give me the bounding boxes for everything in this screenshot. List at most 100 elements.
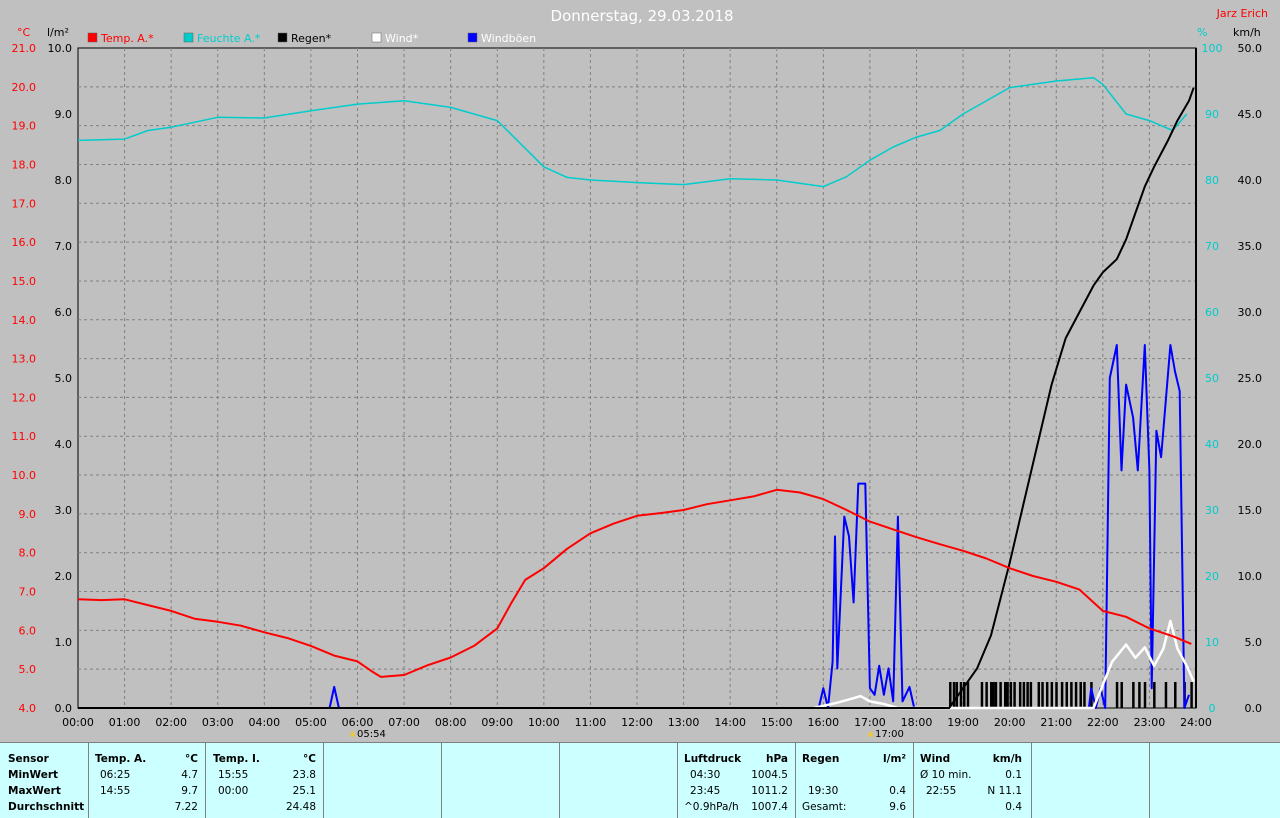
temp-a-avg-value: 7.22 — [174, 801, 198, 813]
temp-tick-label: 6.0 — [19, 624, 37, 637]
wind-tick-label: 5.0 — [1245, 636, 1263, 649]
rain-bar — [1143, 682, 1147, 708]
wind-min-value: 0.1 — [1005, 769, 1022, 781]
rain-unit: l/m² — [883, 753, 906, 765]
legend-label: Windböen — [481, 32, 536, 45]
row-label-min: MinWert — [8, 769, 59, 781]
rain-header: Regen — [802, 753, 840, 765]
rain-bar — [1138, 682, 1141, 708]
rain-bar — [1174, 682, 1177, 708]
rain-bar — [985, 682, 988, 708]
rain-bar — [1006, 682, 1009, 708]
rain-tick-label: 9.0 — [55, 108, 73, 121]
rain-bar — [1115, 682, 1119, 708]
temp-tick-label: 18.0 — [12, 158, 37, 171]
x-tick-label: 00:00 — [62, 716, 94, 729]
rain-bar — [1037, 682, 1041, 708]
rain-max-time: 19:30 — [808, 785, 839, 797]
wind-tick-label: 15.0 — [1238, 504, 1263, 517]
temp-tick-label: 21.0 — [12, 42, 37, 55]
humidity-tick-label: 50 — [1205, 372, 1219, 385]
temp-i-min-value: 23.8 — [292, 769, 316, 781]
rain-bar — [1009, 682, 1013, 708]
divider — [677, 743, 678, 818]
rain-bar — [1050, 682, 1054, 708]
sun-icon: ☀ — [348, 730, 357, 741]
stats-table: Sensor MinWert MaxWert Durchschnitt Temp… — [0, 742, 1280, 818]
rain-tick-label: 7.0 — [55, 240, 73, 253]
temp-i-min-time: 15:55 — [218, 769, 249, 781]
rain-total-value: 9.6 — [889, 801, 906, 813]
x-tick-label: 15:00 — [761, 716, 793, 729]
temp-series-line — [77, 488, 1192, 678]
x-tick-label: 24:00 — [1180, 716, 1212, 729]
pressure-avg-value: 1007.4 — [751, 801, 788, 813]
divider — [323, 743, 324, 818]
author-label: Jarz Erich — [1216, 7, 1268, 20]
rain-tick-label: 0.0 — [55, 702, 73, 715]
x-tick-label: 12:00 — [621, 716, 653, 729]
rain-bar — [1190, 682, 1193, 708]
wind-tick-label: 40.0 — [1238, 174, 1263, 187]
rain-bar — [959, 682, 963, 708]
rain-bars — [949, 682, 1193, 708]
rain-tick-label: 5.0 — [55, 372, 73, 385]
grid — [77, 47, 1197, 709]
temp-axis-unit: °C — [17, 26, 31, 39]
humidity-tick-label: 20 — [1205, 570, 1219, 583]
legend-swatch — [87, 32, 98, 43]
pressure-trend: ^0.9hPa/h — [684, 801, 739, 813]
rain-bar — [1022, 682, 1026, 708]
rain-bar — [1074, 682, 1078, 708]
rain-bar — [1041, 682, 1044, 708]
temp-a-max-time: 14:55 — [100, 785, 131, 797]
x-tick-label: 05:00 — [295, 716, 327, 729]
x-tick-label: 13:00 — [668, 716, 700, 729]
wind-unit: km/h — [992, 753, 1022, 765]
pressure-min-value: 1004.5 — [751, 769, 788, 781]
row-label-max: MaxWert — [8, 785, 61, 797]
rain-bar — [1083, 682, 1086, 708]
wind-axis-unit: km/h — [1233, 26, 1261, 39]
weather-chart: Donnerstag, 29.03.2018 Jarz Erich °C l/m… — [12, 7, 1269, 741]
humidity-tick-label: 90 — [1205, 108, 1219, 121]
rain-bar — [1018, 682, 1022, 708]
rain-bar — [966, 682, 970, 708]
temp-a-unit: °C — [185, 753, 198, 765]
legend-swatch — [467, 32, 478, 43]
x-tick-label: 17:00 — [854, 716, 886, 729]
temp-i-max-value: 25.1 — [292, 785, 316, 797]
rain-tick-label: 4.0 — [55, 438, 73, 451]
rain-bar — [1153, 682, 1156, 708]
temp-tick-label: 16.0 — [12, 236, 37, 249]
x-tick-label: 14:00 — [714, 716, 746, 729]
wind-tick-label: 35.0 — [1238, 240, 1263, 253]
rain-tick-label: 1.0 — [55, 636, 73, 649]
x-tick-label: 08:00 — [435, 716, 467, 729]
temp-tick-label: 5.0 — [19, 663, 37, 676]
rain-bar — [1055, 682, 1058, 708]
sunrise-marker: ☀ 05:54 — [348, 729, 386, 741]
wind-tick-label: 10.0 — [1238, 570, 1263, 583]
rain-bar — [980, 682, 984, 708]
rain-bar — [992, 682, 995, 708]
legend-swatch — [371, 32, 382, 43]
temp-i-avg-value: 24.48 — [285, 801, 316, 813]
pressure-unit: hPa — [766, 753, 788, 765]
divider — [1031, 743, 1032, 818]
rain-bar — [1029, 682, 1033, 708]
temp-a-max-value: 9.7 — [181, 785, 198, 797]
temp-tick-label: 9.0 — [19, 508, 37, 521]
divider — [441, 743, 442, 818]
x-tick-label: 22:00 — [1087, 716, 1119, 729]
moon-icon: ☀ — [866, 730, 875, 741]
humidity-tick-label: 100 — [1202, 42, 1223, 55]
legend-swatch — [183, 32, 194, 43]
rain-bar — [952, 682, 956, 708]
rain-total-label: Gesamt: — [802, 801, 847, 813]
legend-label: Regen* — [291, 32, 332, 45]
legend-label: Wind* — [385, 32, 419, 45]
rain-bar — [1070, 682, 1073, 708]
rain-bar — [1004, 682, 1007, 708]
rain-bar — [1013, 682, 1016, 708]
